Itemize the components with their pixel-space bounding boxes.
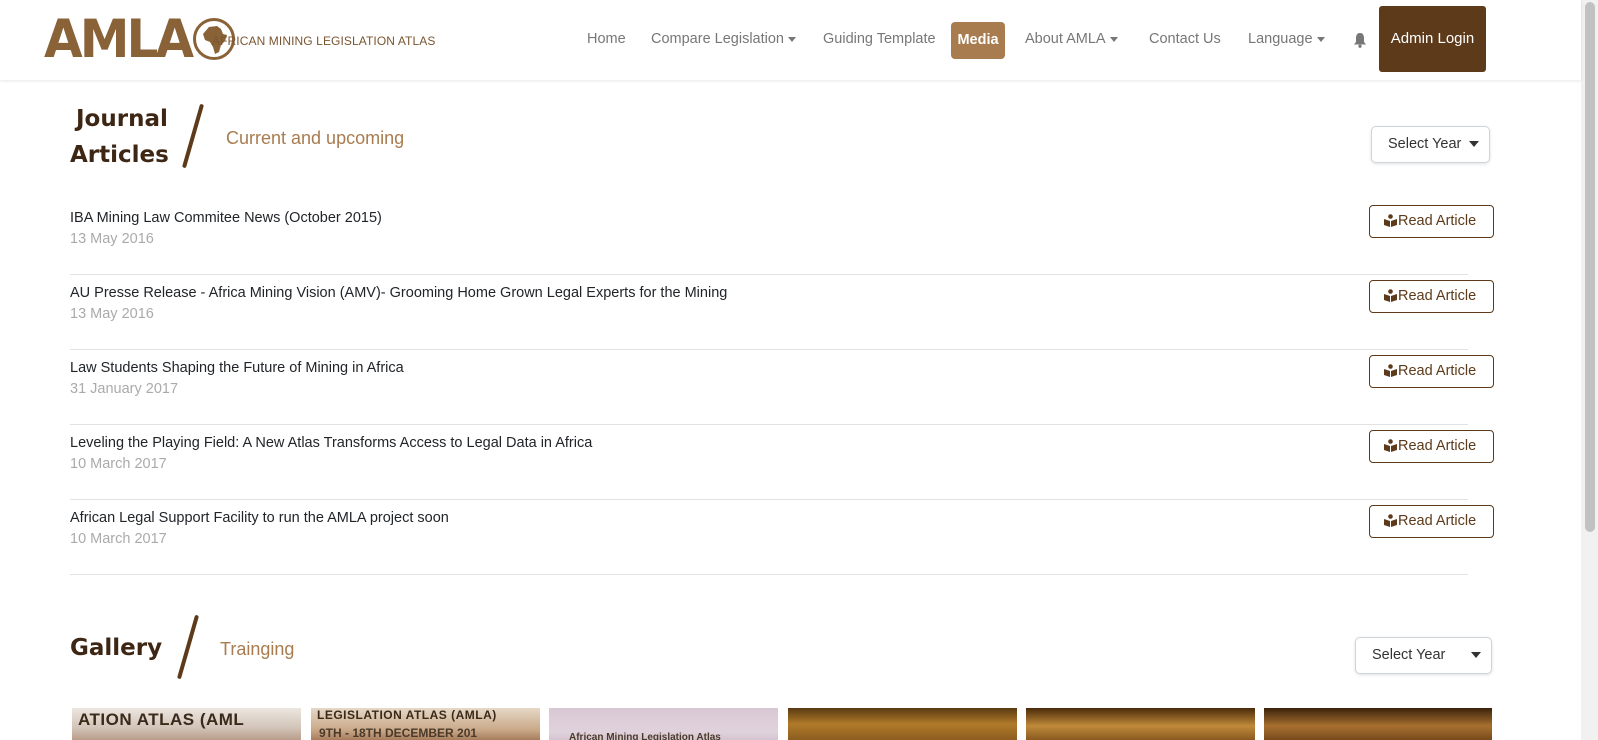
gallery-thumbnail[interactable] <box>1026 708 1255 740</box>
read-article-button[interactable]: Read Article <box>1369 355 1494 388</box>
article-row: Leveling the Playing Field: A New Atlas … <box>70 425 1468 500</box>
book-reader-icon <box>1384 289 1397 302</box>
gallery-thumbnail[interactable]: LEGISLATION ATLAS (AMLA) 9TH - 18TH DECE… <box>311 708 540 740</box>
gallery-thumbnail[interactable]: ATION ATLAS (AML <box>72 708 301 740</box>
chevron-down-icon <box>1469 141 1479 147</box>
gallery-year-select[interactable]: Select Year <box>1355 637 1492 674</box>
journal-year-select[interactable]: Select Year <box>1371 126 1490 163</box>
thumbnail-banner-subtext: 9TH - 18TH DECEMBER 201 <box>319 726 478 740</box>
book-reader-icon <box>1384 364 1397 377</box>
nav-home[interactable]: Home <box>587 31 626 47</box>
gallery-thumbnail[interactable]: African Mining Legislation Atlas <box>549 708 778 740</box>
nav-language-label: Language <box>1248 31 1313 47</box>
read-article-button[interactable]: Read Article <box>1369 205 1494 238</box>
article-date: 13 May 2016 <box>70 231 154 247</box>
caret-down-icon <box>788 36 796 42</box>
row-divider <box>70 574 1468 575</box>
nav-about-amla[interactable]: About AMLA <box>1025 31 1118 47</box>
bell-icon[interactable] <box>1353 32 1367 53</box>
book-reader-icon <box>1384 214 1397 227</box>
article-date: 10 March 2017 <box>70 456 167 472</box>
nav-guiding-template[interactable]: Guiding Template <box>823 31 936 47</box>
nav-language[interactable]: Language <box>1248 31 1325 47</box>
journal-title-line2: Articles <box>70 142 169 168</box>
journal-year-select-value: Select Year <box>1388 136 1462 152</box>
article-row: African Legal Support Facility to run th… <box>70 500 1468 575</box>
book-reader-icon <box>1384 514 1397 527</box>
article-title: Law Students Shaping the Future of Minin… <box>70 360 404 376</box>
admin-login-button[interactable]: Admin Login <box>1379 6 1486 72</box>
thumbnail-banner-text: ATION ATLAS (AML <box>78 710 245 729</box>
chevron-down-icon <box>1471 652 1481 658</box>
read-article-button[interactable]: Read Article <box>1369 430 1494 463</box>
article-row: IBA Mining Law Commitee News (October 20… <box>70 200 1468 275</box>
nav-compare-label: Compare Legislation <box>651 31 784 47</box>
title-divider-slash <box>176 614 200 680</box>
article-title: African Legal Support Facility to run th… <box>70 510 449 526</box>
read-article-label: Read Article <box>1398 363 1477 379</box>
nav-contact-us[interactable]: Contact Us <box>1149 31 1221 47</box>
caret-down-icon <box>1109 36 1118 42</box>
article-title: IBA Mining Law Commitee News (October 20… <box>70 210 382 226</box>
page-scrollbar[interactable] <box>1581 0 1598 740</box>
site-subtitle: AFRICAN MINING LEGISLATION ATLAS <box>212 34 436 48</box>
gallery-thumbnail[interactable] <box>788 708 1017 740</box>
nav-media[interactable]: Media <box>951 22 1005 59</box>
top-navbar: AMLA AFRICAN MINING LEGISLATION ATLAS Ho… <box>0 0 1581 80</box>
read-article-label: Read Article <box>1398 438 1477 454</box>
gallery-thumbnail[interactable] <box>1264 708 1492 740</box>
journal-subtitle: Current and upcoming <box>226 128 405 148</box>
read-article-label: Read Article <box>1398 288 1477 304</box>
article-title: AU Presse Release - Africa Mining Vision… <box>70 285 728 301</box>
gallery-subtitle: Trainging <box>220 639 295 659</box>
read-article-label: Read Article <box>1398 513 1477 529</box>
book-reader-icon <box>1384 439 1397 452</box>
title-divider-slash <box>181 103 205 169</box>
gallery-title: Gallery <box>70 635 163 661</box>
nav-compare-legislation[interactable]: Compare Legislation <box>651 31 796 47</box>
nav-about-label: About AMLA <box>1025 31 1106 47</box>
article-date: 13 May 2016 <box>70 306 154 322</box>
article-date: 31 January 2017 <box>70 381 179 397</box>
amla-logo[interactable]: AMLA <box>44 8 236 70</box>
read-article-button[interactable]: Read Article <box>1369 280 1494 313</box>
journal-title-line1: Journal <box>76 106 168 132</box>
read-article-label: Read Article <box>1398 213 1477 229</box>
thumbnail-banner-subtext: African Mining Legislation Atlas <box>569 732 721 740</box>
read-article-button[interactable]: Read Article <box>1369 505 1494 538</box>
article-date: 10 March 2017 <box>70 531 167 547</box>
article-title: Leveling the Playing Field: A New Atlas … <box>70 435 593 451</box>
gallery-year-select-value: Select Year <box>1372 647 1446 663</box>
article-row: AU Presse Release - Africa Mining Vision… <box>70 275 1468 350</box>
thumbnail-banner-text: LEGISLATION ATLAS (AMLA) <box>317 708 497 722</box>
article-row: Law Students Shaping the Future of Minin… <box>70 350 1468 425</box>
logo-text: AMLA <box>44 8 194 70</box>
caret-down-icon <box>1316 36 1325 42</box>
scrollbar-thumb[interactable] <box>1585 2 1595 532</box>
